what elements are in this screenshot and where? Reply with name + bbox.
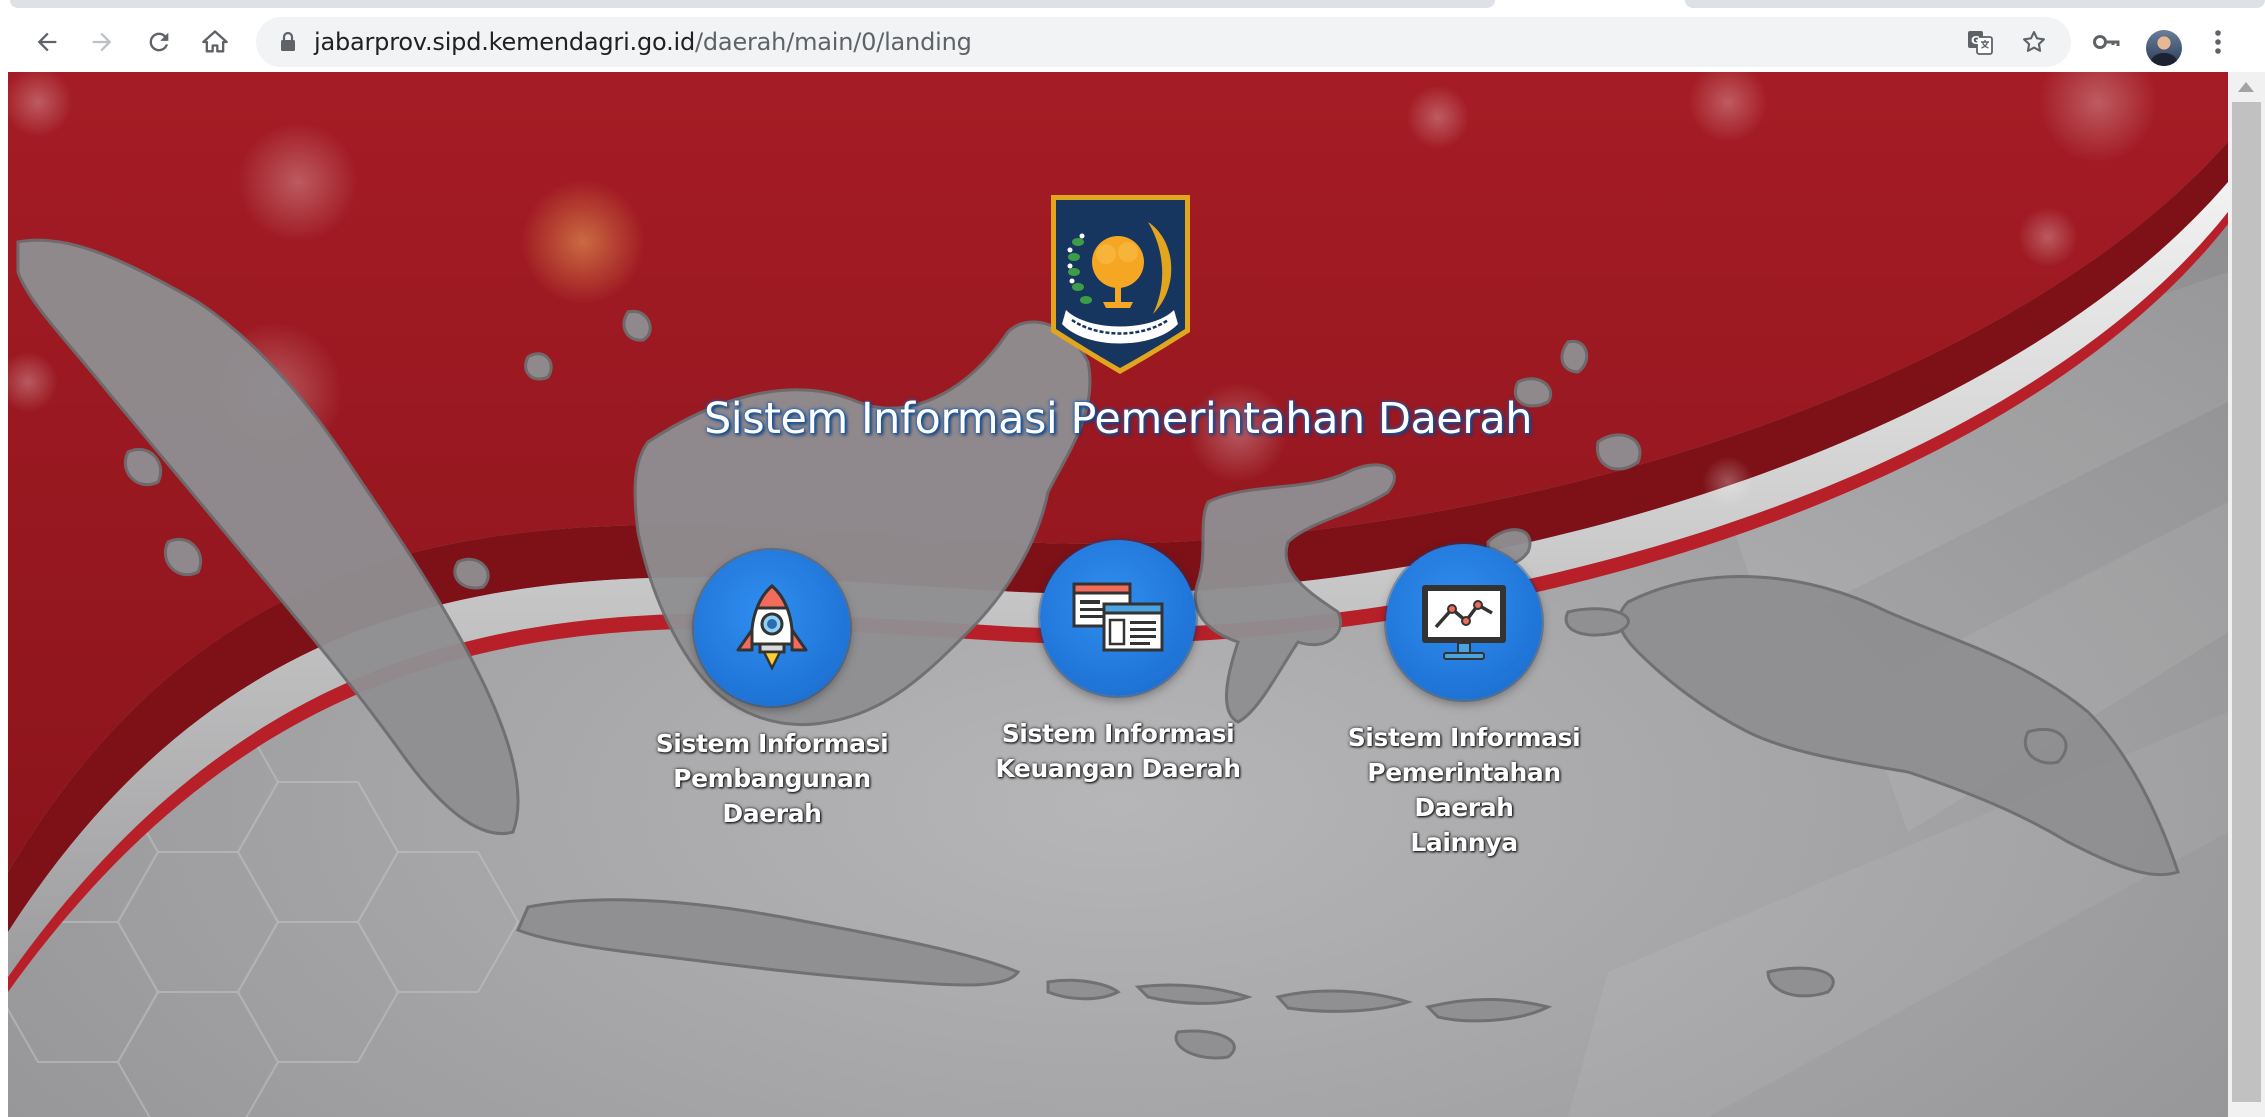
home-icon [202, 30, 228, 53]
menu-sipd-keuangan[interactable]: Sistem Informasi Keuangan Daerah [968, 540, 1268, 786]
menu-circle[interactable] [694, 550, 850, 706]
back-button[interactable] [25, 20, 69, 64]
kebab-menu-icon [2215, 30, 2221, 54]
menu-circle[interactable] [1386, 544, 1542, 700]
arrow-left-icon [37, 32, 57, 52]
menu-circle[interactable] [1040, 540, 1196, 696]
menu-label[interactable]: Sistem Informasi Pemerintahan Daerah Lai… [1314, 720, 1614, 860]
page-title: Sistem Informasi Pemerintahan Daerah [703, 394, 1533, 444]
rocket-icon [736, 584, 808, 671]
menu-sipd-pembangunan[interactable]: Sistem Informasi Pembangunan Daerah [622, 550, 922, 831]
address-bar[interactable]: jabarprov.sipd.kemendagri.go.id/daerah/m… [256, 17, 2071, 67]
menu-sipd-lainnya[interactable]: Sistem Informasi Pemerintahan Daerah Lai… [1314, 544, 1614, 860]
browser-menu-button[interactable] [2198, 22, 2238, 62]
scroll-thumb[interactable] [2232, 102, 2261, 1102]
url-text[interactable]: jabarprov.sipd.kemendagri.go.id/daerah/m… [314, 17, 972, 67]
tab-left[interactable] [10, 0, 1495, 8]
browser-toolbar: jabarprov.sipd.kemendagri.go.id/daerah/m… [0, 10, 2265, 72]
svg-text:G: G [1971, 34, 1980, 47]
menu-label[interactable]: Sistem Informasi Keuangan Daerah [968, 716, 1268, 786]
url-path: /daerah/main/0/landing [695, 28, 972, 56]
arrow-right-icon [92, 32, 112, 52]
profile-avatar[interactable] [2146, 30, 2182, 66]
key-icon [2093, 35, 2120, 49]
page-viewport: Sistem Informasi Pemerintahan Daerah Sis… [8, 72, 2228, 1117]
menu-label-line: Lainnya [1410, 828, 1518, 857]
menu-label-line: Keuangan Daerah [995, 754, 1241, 783]
menu-label[interactable]: Sistem Informasi Pembangunan Daerah [622, 726, 922, 831]
scroll-up-arrow-icon[interactable] [2238, 82, 2254, 92]
bookmark-star-button[interactable] [2018, 26, 2050, 58]
tab-strip [0, 0, 2265, 10]
translate-icon: G [1968, 31, 1993, 55]
kemendagri-emblem-logo [1051, 195, 1190, 374]
tab-right[interactable] [1685, 0, 2265, 8]
menu-label-line: Pembangunan Daerah [673, 764, 871, 828]
menu-label-line: Sistem Informasi [1001, 719, 1235, 748]
vertical-scrollbar[interactable] [2228, 72, 2265, 1117]
reload-button[interactable] [137, 20, 181, 64]
translate-button[interactable]: G [1964, 26, 1996, 58]
lock-icon [281, 31, 295, 51]
menu-label-line: Sistem Informasi [1347, 723, 1581, 752]
url-host: jabarprov.sipd.kemendagri.go.id [314, 28, 696, 56]
star-icon [2023, 31, 2045, 52]
forward-button[interactable] [80, 20, 124, 64]
reload-icon [149, 32, 169, 52]
windows-icon [1072, 582, 1164, 652]
home-button[interactable] [193, 20, 237, 64]
password-key-button[interactable] [2086, 22, 2126, 62]
menu-label-line: Sistem Informasi [655, 729, 889, 758]
menu-label-line: Pemerintahan Daerah [1367, 758, 1561, 822]
monitor-chart-icon [1422, 585, 1506, 660]
